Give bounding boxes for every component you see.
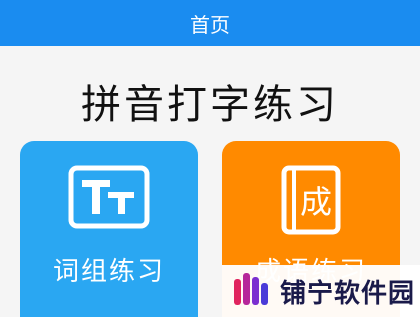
app-heading: 拼音打字练习 (81, 82, 339, 128)
cheng-book-icon: 成 (281, 165, 341, 239)
page-title: 首页 (190, 12, 230, 37)
bars-logo-icon (232, 271, 270, 311)
cheng-character: 成 (300, 183, 332, 221)
top-nav-bar: 首页 (0, 0, 420, 46)
phrase-practice-label: 词组练习 (52, 257, 165, 287)
site-watermark: 铺宁软件园 (222, 265, 420, 317)
phrase-practice-card[interactable]: 词组练习 (20, 141, 198, 317)
watermark-text: 铺宁软件园 (280, 278, 416, 309)
tt-text-icon (68, 165, 150, 233)
